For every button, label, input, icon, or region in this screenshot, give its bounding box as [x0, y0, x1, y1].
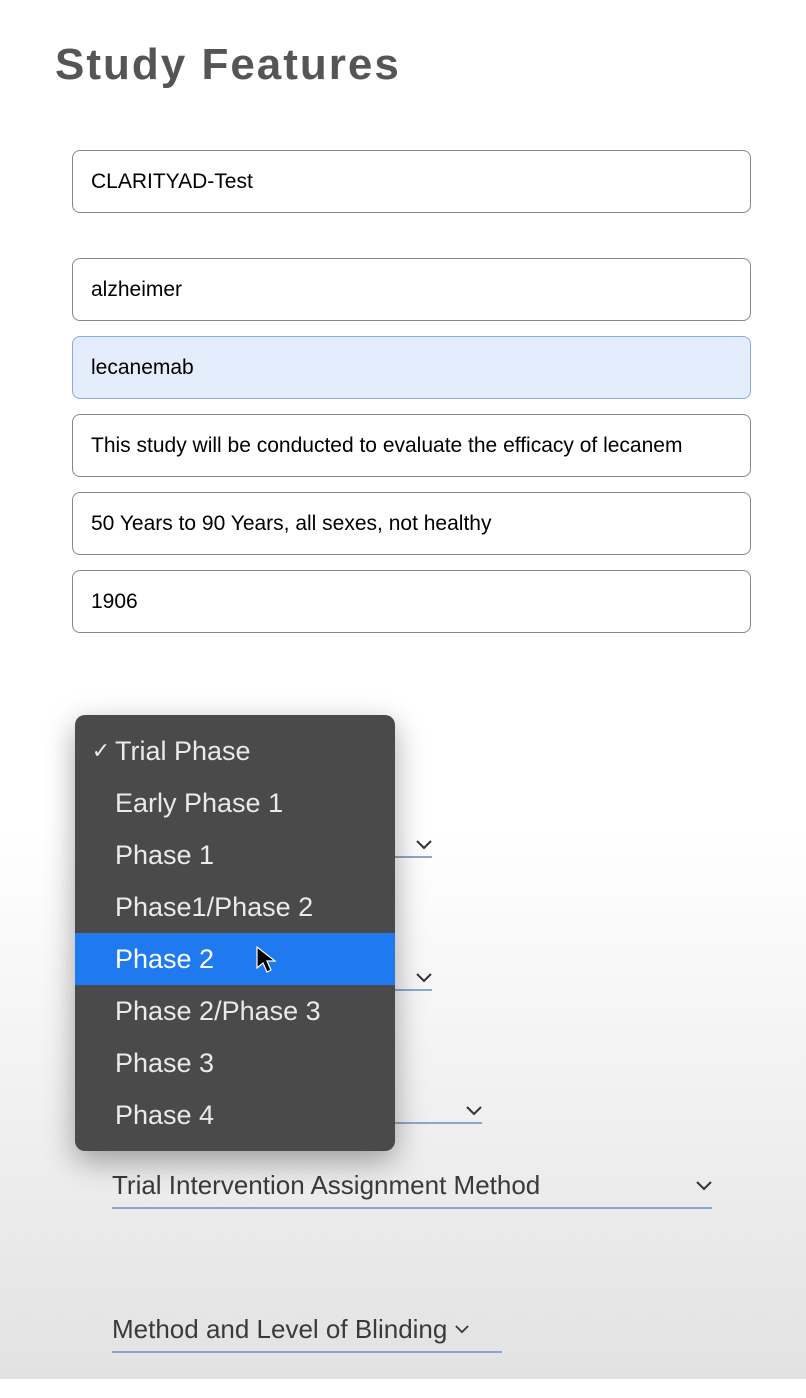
- condition-input[interactable]: alzheimer: [72, 258, 751, 321]
- dropdown-option-label: Trial Phase: [115, 736, 251, 767]
- dropdown-option-2[interactable]: Phase 1: [75, 829, 395, 881]
- dropdown-option-6[interactable]: Phase 3: [75, 1037, 395, 1089]
- chevron-down-icon: [416, 840, 432, 850]
- chevron-down-icon: [466, 1106, 482, 1116]
- dropdown-option-3[interactable]: Phase1/Phase 2: [75, 881, 395, 933]
- chevron-down-icon: [416, 973, 432, 983]
- study-name-input[interactable]: CLARITYAD-Test: [72, 150, 751, 213]
- description-input[interactable]: This study will be conducted to evaluate…: [72, 414, 751, 477]
- study-features-form: CLARITYAD-Test alzheimer lecanemab This …: [0, 90, 806, 633]
- eligibility-input[interactable]: 50 Years to 90 Years, all sexes, not hea…: [72, 492, 751, 555]
- blinding-select[interactable]: Method and Level of Blinding: [112, 1314, 502, 1353]
- dropdown-option-label: Phase 4: [115, 1100, 214, 1131]
- chevron-down-icon: [455, 1325, 469, 1334]
- check-icon: ✓: [87, 738, 115, 764]
- lower-selects: Trial Intervention Assignment Method Met…: [92, 1170, 712, 1398]
- dropdown-option-7[interactable]: Phase 4: [75, 1089, 395, 1141]
- dropdown-option-label: Phase1/Phase 2: [115, 892, 313, 923]
- dropdown-option-label: Early Phase 1: [115, 788, 283, 819]
- intervention-input[interactable]: lecanemab: [72, 336, 751, 399]
- dropdown-option-5[interactable]: Phase 2/Phase 3: [75, 985, 395, 1037]
- assignment-method-label: Trial Intervention Assignment Method: [112, 1170, 540, 1201]
- blinding-label: Method and Level of Blinding: [112, 1314, 447, 1345]
- trial-phase-dropdown[interactable]: ✓Trial Phase Early Phase 1 Phase 1 Phase1/P…: [75, 715, 395, 1151]
- assignment-method-select[interactable]: Trial Intervention Assignment Method: [112, 1170, 712, 1209]
- dropdown-option-label: Phase 2: [115, 944, 214, 975]
- dropdown-option-4[interactable]: Phase 2: [75, 933, 395, 985]
- enrollment-input[interactable]: 1906: [72, 570, 751, 633]
- dropdown-option-0[interactable]: ✓Trial Phase: [75, 725, 395, 777]
- dropdown-option-label: Phase 1: [115, 840, 214, 871]
- dropdown-option-1[interactable]: Early Phase 1: [75, 777, 395, 829]
- dropdown-option-label: Phase 2/Phase 3: [115, 996, 321, 1027]
- page-title: Study Features: [0, 0, 806, 90]
- chevron-down-icon: [696, 1181, 712, 1191]
- dropdown-option-label: Phase 3: [115, 1048, 214, 1079]
